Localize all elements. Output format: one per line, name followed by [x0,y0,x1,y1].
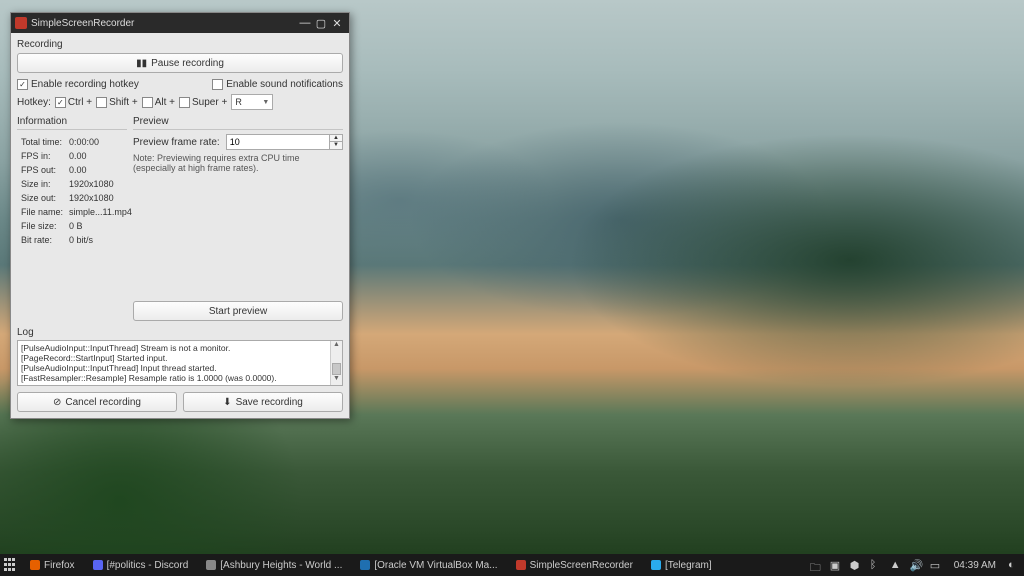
battery-icon[interactable]: ▭ [930,559,942,571]
preview-area [133,173,343,301]
information-table: Total time:0:00:00 FPS in:0.00 FPS out:0… [17,134,136,248]
start-preview-button[interactable]: Start preview [133,301,343,321]
scroll-down-icon[interactable]: ▼ [331,375,342,385]
taskbar-item-virtualbox[interactable]: [Oracle VM VirtualBox Ma... [354,558,503,573]
user-icon[interactable]: ◐ [1008,559,1020,571]
preview-title: Preview [133,116,343,127]
apps-menu-button[interactable] [4,558,18,572]
camera-icon[interactable]: ▣ [830,559,842,571]
save-recording-button[interactable]: ⬇ Save recording [183,392,343,412]
chevron-down-icon: ▼ [262,99,269,106]
hotkey-key-select[interactable]: R ▼ [231,94,273,110]
discord-icon [93,560,103,570]
app-icon [15,17,27,29]
scroll-thumb[interactable] [332,363,341,375]
recording-section-label: Recording [17,39,343,50]
preview-note: Note: Previewing requires extra CPU time… [133,153,343,173]
spin-up-button[interactable]: ▲ [330,135,342,142]
hotkey-shift-checkbox[interactable]: Shift + [96,97,138,108]
ssr-icon [516,560,526,570]
save-icon: ⬇ [223,397,231,408]
bluetooth-icon[interactable]: ᛒ [870,559,882,571]
enable-sound-label: Enable sound notifications [226,79,343,90]
enable-sound-checkbox[interactable]: Enable sound notifications [212,79,343,90]
hotkey-ctrl-checkbox[interactable]: ✓Ctrl + [55,97,92,108]
cancel-icon: ⊘ [53,397,61,408]
music-icon [206,560,216,570]
folder-icon[interactable]: 🗀 [810,559,822,571]
enable-hotkey-label: Enable recording hotkey [31,79,139,90]
taskbar-item-telegram[interactable]: [Telegram] [645,558,718,573]
pause-recording-label: Pause recording [151,58,224,69]
telegram-icon [651,560,661,570]
information-title: Information [17,116,127,127]
pause-recording-button[interactable]: ▮▮ Pause recording [17,53,343,73]
taskbar-item-ashbury[interactable]: [Ashbury Heights - World ... [200,558,348,573]
window-title: SimpleScreenRecorder [31,18,134,29]
maximize-button[interactable]: ▢ [313,15,329,31]
virtualbox-icon [360,560,370,570]
system-tray: 🗀 ▣ ⬢ ᛒ ▲ 🔊 ▭ 04:39 AM ◐ [810,559,1020,571]
log-textarea[interactable]: [PulseAudioInput::InputThread] Stream is… [17,340,343,386]
log-label: Log [17,327,343,338]
volume-icon[interactable]: 🔊 [910,559,922,571]
firefox-icon [30,560,40,570]
taskbar-item-firefox[interactable]: Firefox [24,558,81,573]
preview-rate-label: Preview frame rate: [133,137,220,148]
scroll-up-icon[interactable]: ▲ [331,341,342,351]
app-window: SimpleScreenRecorder — ▢ ✕ Recording ▮▮ … [10,12,350,419]
titlebar[interactable]: SimpleScreenRecorder — ▢ ✕ [11,13,349,33]
preview-rate-input[interactable] [226,134,330,150]
taskbar: Firefox [#politics - Discord [Ashbury He… [0,554,1024,576]
close-button[interactable]: ✕ [329,15,345,31]
wifi-icon[interactable]: ▲ [890,559,902,571]
hotkey-super-checkbox[interactable]: Super + [179,97,227,108]
clock[interactable]: 04:39 AM [950,560,1000,571]
log-scrollbar[interactable]: ▲ ▼ [330,341,342,385]
dropbox-icon[interactable]: ⬢ [850,559,862,571]
spin-down-button[interactable]: ▼ [330,142,342,149]
pause-icon: ▮▮ [136,58,147,69]
hotkey-alt-checkbox[interactable]: Alt + [142,97,175,108]
taskbar-item-discord[interactable]: [#politics - Discord [87,558,195,573]
hotkey-label: Hotkey: [17,97,51,108]
cancel-recording-button[interactable]: ⊘ Cancel recording [17,392,177,412]
taskbar-item-ssr[interactable]: SimpleScreenRecorder [510,558,639,573]
minimize-button[interactable]: — [297,15,313,31]
enable-hotkey-checkbox[interactable]: ✓ Enable recording hotkey [17,79,139,90]
